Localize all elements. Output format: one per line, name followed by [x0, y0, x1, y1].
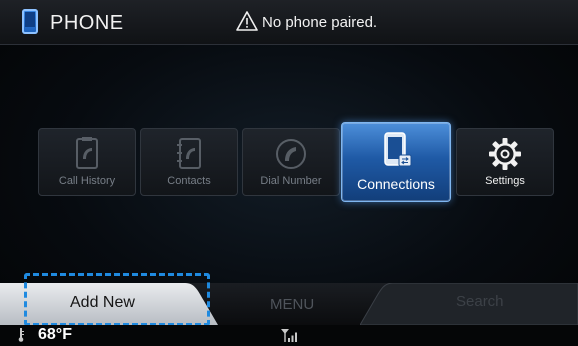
- outside-temperature: 68°F: [38, 326, 72, 343]
- connections-button[interactable]: Connections: [341, 122, 451, 202]
- thermometer-icon: [18, 328, 24, 342]
- dial-number-label: Dial Number: [260, 175, 322, 187]
- search-label: Search: [456, 293, 504, 310]
- connections-label: Connections: [357, 176, 435, 192]
- settings-icon: [489, 138, 521, 170]
- contacts-button[interactable]: Contacts: [140, 128, 238, 196]
- menu-button[interactable]: MENU: [270, 296, 314, 313]
- dial-number-button[interactable]: Dial Number: [242, 128, 340, 196]
- contacts-icon: [177, 138, 201, 169]
- call-history-icon: [76, 137, 98, 169]
- contacts-label: Contacts: [167, 175, 211, 187]
- settings-label: Settings: [485, 175, 525, 187]
- phone-screen: PHONE No phone paired. Call History Cont…: [0, 0, 578, 346]
- dial-number-icon: [276, 139, 306, 169]
- connections-icon: [384, 132, 412, 167]
- focus-highlight: [24, 273, 210, 326]
- call-history-button[interactable]: Call History: [38, 128, 136, 196]
- settings-button[interactable]: Settings: [456, 128, 554, 196]
- call-history-label: Call History: [58, 175, 116, 187]
- signal-strength-icon: [281, 329, 297, 342]
